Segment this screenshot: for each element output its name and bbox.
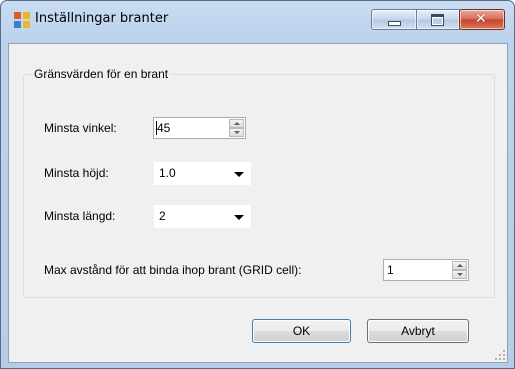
dialog-client-area: Gränsvärden för en brant Minsta vinkel: … bbox=[8, 43, 508, 363]
min-height-label: Minsta höjd: bbox=[44, 166, 109, 180]
min-length-dropdown[interactable]: 2 bbox=[154, 205, 251, 228]
min-angle-spin-buttons bbox=[229, 119, 244, 137]
groupbox-legend: Gränsvärden för en brant bbox=[32, 67, 171, 81]
min-angle-spinbox[interactable]: 45 bbox=[153, 117, 246, 139]
spin-up-icon[interactable] bbox=[229, 119, 244, 128]
min-angle-value: 45 bbox=[157, 121, 171, 135]
maximize-button[interactable] bbox=[416, 9, 460, 30]
chevron-down-icon bbox=[234, 172, 244, 177]
max-distance-label: Max avstånd för att binda ihop brant (GR… bbox=[44, 263, 302, 277]
minimize-button[interactable] bbox=[371, 9, 417, 30]
min-length-label: Minsta längd: bbox=[44, 209, 116, 223]
ok-button[interactable]: OK bbox=[252, 319, 351, 343]
close-button[interactable]: ✕ bbox=[459, 9, 505, 30]
min-angle-label: Minsta vinkel: bbox=[44, 121, 117, 135]
spin-down-icon[interactable] bbox=[452, 270, 467, 279]
close-icon: ✕ bbox=[475, 11, 487, 27]
max-distance-spinbox[interactable]: 1 bbox=[383, 259, 469, 281]
min-height-value: 1.0 bbox=[159, 166, 176, 180]
minimize-icon bbox=[388, 21, 401, 26]
resize-grip-icon[interactable] bbox=[495, 350, 505, 360]
max-distance-value: 1 bbox=[387, 263, 394, 277]
maximize-icon bbox=[431, 14, 444, 26]
spin-down-icon[interactable] bbox=[229, 128, 244, 137]
cancel-button[interactable]: Avbryt bbox=[367, 319, 469, 343]
spin-up-icon[interactable] bbox=[452, 261, 467, 270]
dialog-window: Inställningar branter ✕ Gränsvärden för … bbox=[0, 0, 515, 369]
title-bar[interactable]: Inställningar branter ✕ bbox=[1, 1, 514, 43]
min-length-value: 2 bbox=[159, 209, 166, 223]
app-window-icon bbox=[14, 12, 30, 28]
max-distance-spin-buttons bbox=[452, 261, 467, 279]
min-height-dropdown[interactable]: 1.0 bbox=[154, 162, 251, 185]
window-title: Inställningar branter bbox=[35, 11, 169, 26]
chevron-down-icon bbox=[234, 215, 244, 220]
